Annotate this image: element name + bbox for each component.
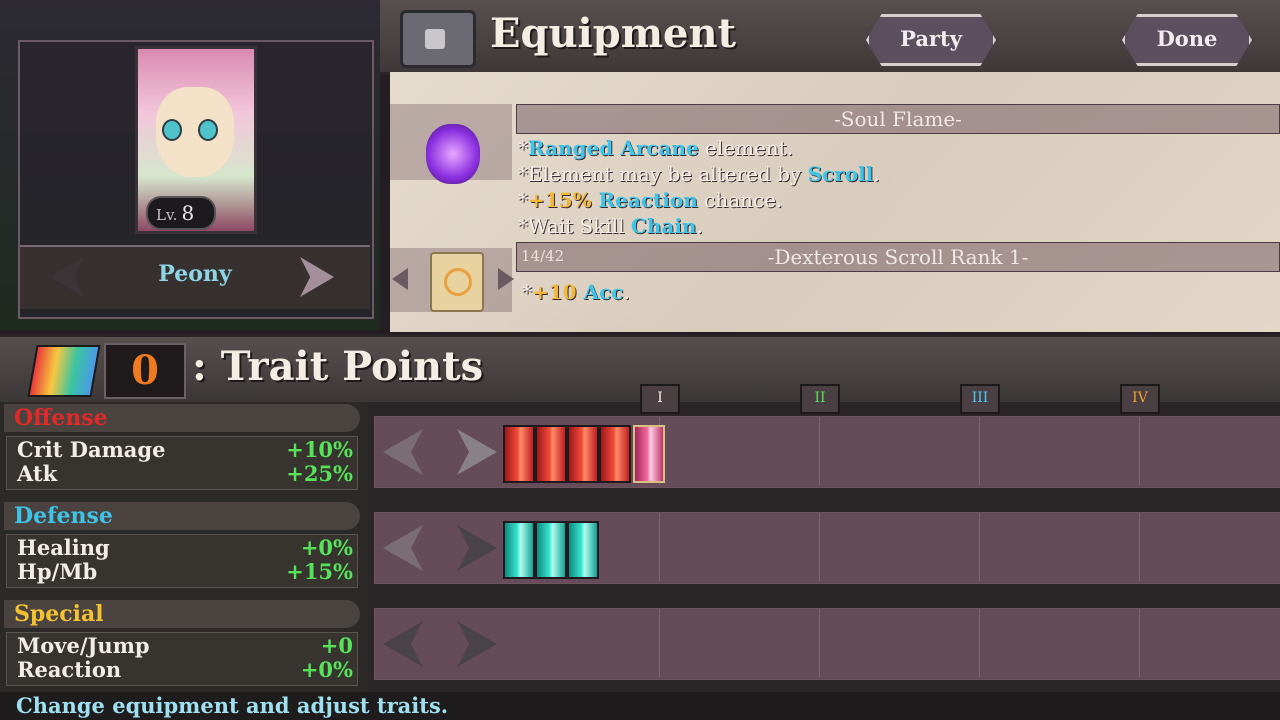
defense-trait-segment (535, 521, 567, 579)
item-desc-line-2: *Element may be altered by Scroll. (518, 162, 880, 186)
tier-marker-1: I (640, 384, 680, 414)
scroll-count: 14/42 (521, 247, 565, 265)
trait-points-label: : Trait Points (192, 343, 484, 390)
offense-trait-row (374, 416, 1280, 488)
level-value: 8 (181, 201, 195, 225)
equipment-detail-panel: -Soul Flame- *Ranged Arcane element. *El… (390, 72, 1280, 332)
special-trait-row (374, 608, 1280, 680)
offense-trait-segment-selected (633, 425, 665, 483)
defense-decrease-arrow-icon[interactable] (383, 525, 423, 571)
scroll-title: -Dexterous Scroll Rank 1- (767, 245, 1029, 269)
stat-row: Healing +0% (17, 535, 353, 560)
equipment-header: Equipment Party Done (380, 0, 1280, 75)
level-badge: Lv. 8 (146, 196, 216, 230)
defense-title: Defense (14, 503, 113, 529)
trait-cards-icon (27, 345, 101, 397)
offense-heading: Offense (4, 404, 360, 432)
trait-points-value: 0 (104, 343, 186, 399)
stats-sidebar: Offense Crit Damage +10% Atk +25% Defense … (0, 402, 368, 692)
trait-allocation-area (368, 402, 1280, 692)
defense-heading: Defense (4, 502, 360, 530)
defense-stats: Healing +0% Hp/Mb +15% (6, 534, 358, 588)
help-footer: Change equipment and adjust traits. (0, 692, 1280, 720)
stat-row: Atk +25% (17, 461, 353, 486)
item-desc-line-4: *Wait Skill Chain. (518, 214, 703, 238)
page-title: Equipment (490, 10, 737, 57)
party-button[interactable]: Party (866, 14, 996, 66)
character-name-bar: Peony (20, 245, 370, 309)
level-label: Lv. (156, 206, 178, 224)
tier-marker-4: IV (1120, 384, 1160, 414)
stat-row: Reaction +0% (17, 657, 353, 682)
tier-marker-2: II (800, 384, 840, 414)
scroll-desc-line: *+10 Acc. (522, 280, 630, 304)
offense-trait-segment (567, 425, 599, 483)
stat-row: Hp/Mb +15% (17, 559, 353, 584)
item-desc-line-1: *Ranged Arcane element. (518, 136, 794, 160)
item-title: -Soul Flame- (516, 104, 1280, 134)
done-button[interactable]: Done (1122, 14, 1252, 66)
stat-row: Move/Jump +0 (17, 633, 353, 658)
offense-title: Offense (14, 405, 108, 431)
offense-stats: Crit Damage +10% Atk +25% (6, 436, 358, 490)
stat-row: Crit Damage +10% (17, 437, 353, 462)
special-increase-arrow-icon[interactable] (457, 621, 497, 667)
character-panel: Lv. 8 Peony (0, 0, 380, 330)
treasure-chest-icon (400, 10, 476, 68)
special-stats: Move/Jump +0 Reaction +0% (6, 632, 358, 686)
offense-trait-segment (599, 425, 631, 483)
scroll-icon[interactable] (430, 252, 484, 312)
item-desc-line-3: *+15% Reaction chance. (518, 188, 783, 212)
offense-increase-arrow-icon[interactable] (457, 429, 497, 475)
offense-decrease-arrow-icon[interactable] (383, 429, 423, 475)
special-decrease-arrow-icon[interactable] (383, 621, 423, 667)
soul-flame-icon[interactable] (426, 124, 480, 184)
offense-trait-segment (503, 425, 535, 483)
scroll-title-bar: -Dexterous Scroll Rank 1- 14/42 (516, 242, 1280, 272)
special-heading: Special (4, 600, 360, 628)
defense-trait-segment (503, 521, 535, 579)
help-text: Change equipment and adjust traits. (16, 693, 449, 718)
defense-trait-segment (567, 521, 599, 579)
special-title: Special (14, 601, 104, 627)
tier-marker-3: III (960, 384, 1000, 414)
offense-trait-segment (535, 425, 567, 483)
defense-trait-row (374, 512, 1280, 584)
defense-increase-arrow-icon[interactable] (457, 525, 497, 571)
